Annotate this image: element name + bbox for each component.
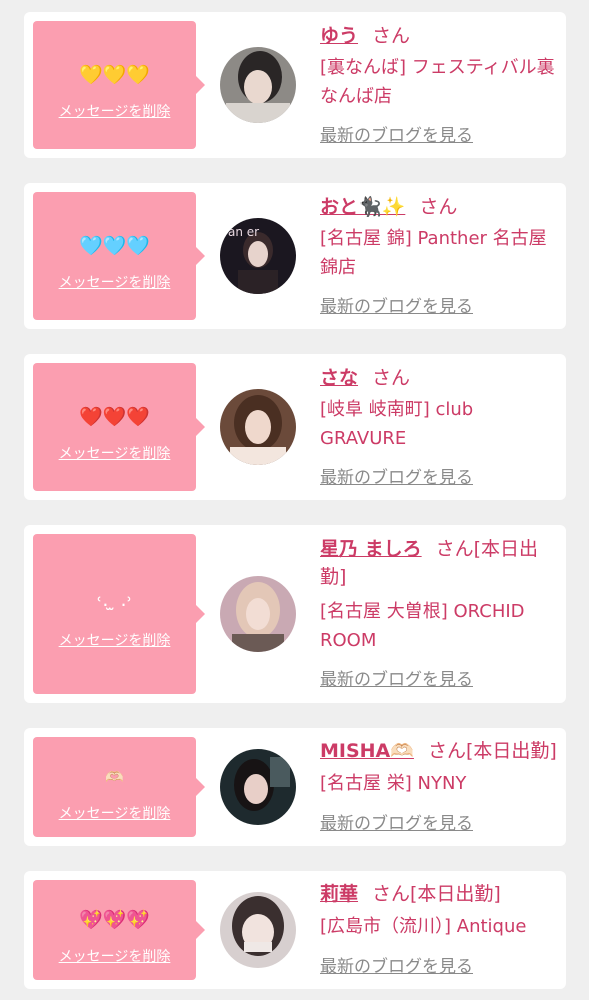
avatar[interactable] bbox=[220, 389, 296, 465]
message-bubble: 💛💛💛 メッセージを削除 bbox=[33, 21, 205, 149]
sender-name-link[interactable]: 星乃 ましろ bbox=[320, 538, 422, 560]
message-bubble: 🩵🩵🩵 メッセージを削除 bbox=[33, 192, 205, 320]
shop-name: [裏なんば] フェスティバル裏なんば店 bbox=[320, 57, 555, 107]
avatar[interactable] bbox=[220, 47, 296, 123]
message-bubble: ❤️❤️❤️ メッセージを削除 bbox=[33, 363, 205, 491]
avatar[interactable] bbox=[220, 892, 296, 968]
sender-name-link[interactable]: MISHA🫶🏻 bbox=[320, 740, 414, 762]
name-suffix: さん[本日出勤] bbox=[427, 740, 557, 762]
sender-name: MISHA🫶🏻 さん[本日出勤] bbox=[320, 737, 557, 765]
name-suffix: さん[本日出勤] bbox=[372, 883, 501, 905]
message-bubble: ˓. ̫ .˒ メッセージを削除 bbox=[33, 534, 205, 694]
blog-link[interactable]: 最新のブログを見る bbox=[320, 295, 473, 319]
message-card: 💛💛💛 メッセージを削除 ゆう さん [裏なんば] フェスティバル裏なんば店 最新… bbox=[24, 12, 566, 158]
sender-name-link[interactable]: 莉華 bbox=[320, 883, 358, 905]
delete-message-link[interactable]: メッセージを削除 bbox=[33, 272, 196, 292]
sender-name: おと🐈‍⬛✨ さん bbox=[320, 193, 457, 221]
sender-name-link[interactable]: さな bbox=[320, 367, 358, 389]
name-suffix: さん bbox=[372, 25, 411, 47]
message-card: 🫶🏻 メッセージを削除 MISHA🫶🏻 さん[本日出勤] [名古屋 栄] NYNY… bbox=[24, 728, 566, 846]
message-emoji: 🩵🩵🩵 bbox=[79, 235, 150, 257]
shop-name: [名古屋 錦] Panther 名古屋錦店 bbox=[320, 228, 547, 278]
message-emoji: ˓. ̫ .˒ bbox=[96, 589, 133, 611]
message-emoji: 🫶🏻 bbox=[105, 768, 124, 786]
message-card: ˓. ̫ .˒ メッセージを削除 星乃 ましろ さん[本日出勤] [名古屋 大曽根… bbox=[24, 525, 566, 703]
blog-link[interactable]: 最新のブログを見る bbox=[320, 124, 473, 148]
shop-name: [名古屋 栄] NYNY bbox=[320, 773, 467, 794]
shop-name: [岐阜 岐南町] club GRAVURE bbox=[320, 399, 474, 449]
sender-name-link[interactable]: ゆう bbox=[320, 25, 358, 47]
message-bubble: 🫶🏻 メッセージを削除 bbox=[33, 737, 205, 837]
delete-message-link[interactable]: メッセージを削除 bbox=[33, 946, 196, 966]
message-emoji: 💖💖💖 bbox=[79, 909, 150, 931]
message-bubble: 💖💖💖 メッセージを削除 bbox=[33, 880, 205, 980]
sender-name-link[interactable]: おと🐈‍⬛✨ bbox=[320, 196, 405, 218]
sender-name: 星乃 ましろ さん[本日出勤] bbox=[320, 535, 560, 591]
message-card: 🩵🩵🩵 メッセージを削除 an er おと🐈‍⬛✨ さん [名古屋 錦] Pant… bbox=[24, 183, 566, 329]
avatar[interactable] bbox=[220, 749, 296, 825]
name-suffix: さん bbox=[372, 367, 411, 389]
blog-link[interactable]: 最新のブログを見る bbox=[320, 955, 473, 979]
name-suffix: さん bbox=[419, 196, 458, 218]
sender-name: 莉華 さん[本日出勤] bbox=[320, 880, 501, 908]
delete-message-link[interactable]: メッセージを削除 bbox=[33, 803, 196, 823]
delete-message-link[interactable]: メッセージを削除 bbox=[33, 101, 196, 121]
svg-text:an er: an er bbox=[228, 225, 259, 239]
blog-link[interactable]: 最新のブログを見る bbox=[320, 668, 473, 692]
message-emoji: ❤️❤️❤️ bbox=[79, 406, 150, 428]
shop-name: [名古屋 大曽根] ORCHID ROOM bbox=[320, 601, 525, 651]
shop-name: [広島市（流川）] Antique bbox=[320, 916, 527, 937]
blog-link[interactable]: 最新のブログを見る bbox=[320, 466, 473, 490]
sender-name: さな さん bbox=[320, 364, 410, 392]
delete-message-link[interactable]: メッセージを削除 bbox=[33, 630, 196, 650]
message-emoji: 💛💛💛 bbox=[79, 64, 150, 86]
avatar[interactable] bbox=[220, 576, 296, 652]
avatar[interactable]: an er bbox=[220, 218, 296, 294]
delete-message-link[interactable]: メッセージを削除 bbox=[33, 443, 196, 463]
sender-name: ゆう さん bbox=[320, 22, 410, 50]
message-card: 💖💖💖 メッセージを削除 莉華 さん[本日出勤] [広島市（流川）] Antiqu… bbox=[24, 871, 566, 989]
message-card: ❤️❤️❤️ メッセージを削除 さな さん [岐阜 岐南町] club GRAVU… bbox=[24, 354, 566, 500]
blog-link[interactable]: 最新のブログを見る bbox=[320, 812, 473, 836]
